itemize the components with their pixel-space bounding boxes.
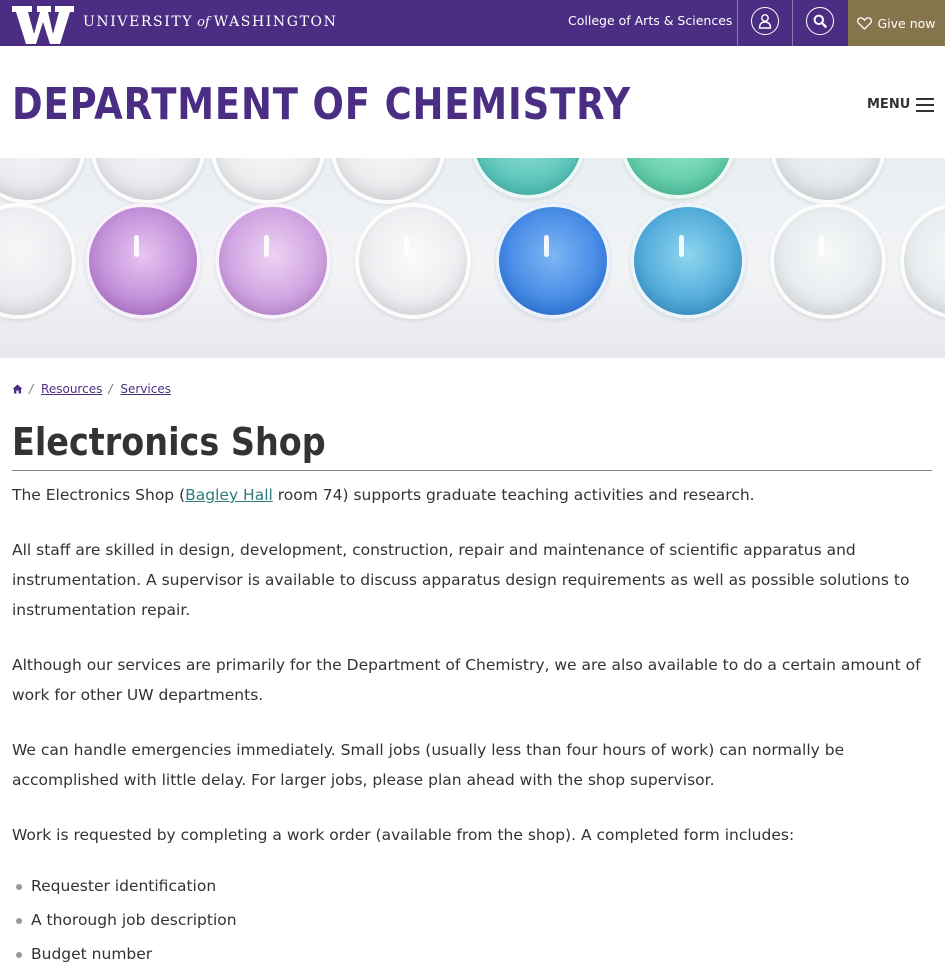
breadcrumb-separator: / — [29, 382, 34, 396]
title-divider — [12, 470, 932, 471]
wordmark-university: UNIVERSITY — [83, 14, 194, 30]
intro-text-start: The Electronics Shop ( — [12, 486, 186, 504]
work-order-paragraph: Work is requested by completing a work o… — [12, 826, 795, 844]
college-link[interactable]: College of Arts & Sciences — [568, 13, 732, 28]
intro-paragraph: The Electronics Shop (Bagley Hall room 7… — [12, 480, 932, 510]
main-content: The Electronics Shop (Bagley Hall room 7… — [12, 480, 932, 971]
list-item: Budget number — [12, 937, 932, 971]
wordmark-washington: WASHINGTON — [213, 14, 338, 30]
breadcrumb-services[interactable]: Services — [120, 382, 171, 396]
wordmark-of: of — [197, 15, 210, 30]
home-icon[interactable] — [12, 384, 23, 394]
heart-icon — [857, 16, 873, 30]
account-button[interactable] — [751, 7, 779, 35]
list-item: Requester identification — [12, 869, 932, 903]
uw-w-logo-icon[interactable] — [12, 4, 74, 45]
search-icon — [813, 14, 827, 28]
emergencies-paragraph: We can handle emergencies immediately. S… — [12, 741, 845, 789]
intro-text-end: room 74) supports graduate teaching acti… — [272, 486, 755, 504]
breadcrumb-separator: / — [108, 382, 113, 396]
department-title[interactable]: DEPARTMENT OF CHEMISTRY — [12, 78, 631, 132]
breadcrumb: / Resources / Services — [12, 381, 171, 397]
bagley-hall-link[interactable]: Bagley Hall — [185, 486, 273, 504]
user-icon — [758, 14, 772, 29]
search-button[interactable] — [806, 7, 834, 35]
give-now-button[interactable]: Give now — [848, 0, 945, 46]
menu-button[interactable]: MENU — [867, 97, 935, 112]
breadcrumb-resources[interactable]: Resources — [41, 382, 102, 396]
hero-banner-image — [0, 158, 945, 358]
hamburger-icon — [916, 97, 935, 112]
divider — [792, 0, 793, 46]
page-title: Electronics Shop — [12, 420, 326, 464]
give-now-label: Give now — [877, 15, 936, 31]
divider — [737, 0, 738, 46]
menu-label: MENU — [867, 97, 911, 112]
list-item: A thorough job description — [12, 903, 932, 937]
work-order-list: Requester identification A thorough job … — [12, 869, 932, 971]
services-paragraph: Although our services are primarily for … — [12, 656, 921, 704]
uw-wordmark[interactable]: UNIVERSITY of WASHINGTON — [83, 12, 337, 33]
staff-paragraph: All staff are skilled in design, develop… — [12, 541, 910, 619]
uw-top-bar: UNIVERSITY of WASHINGTON College of Arts &… — [0, 0, 945, 46]
